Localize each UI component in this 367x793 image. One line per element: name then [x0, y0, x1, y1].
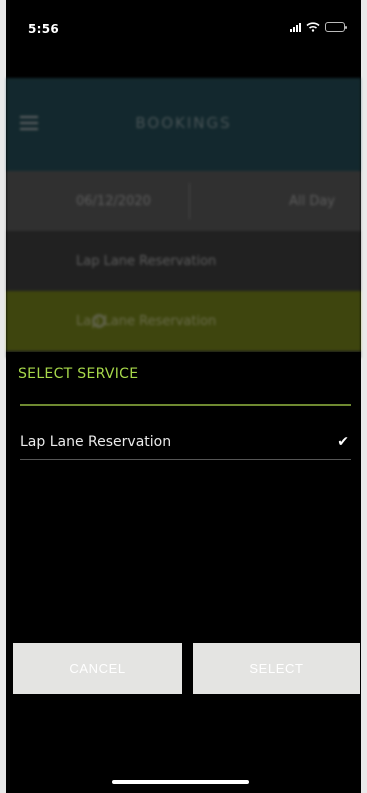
cancel-button[interactable]: CANCEL — [13, 643, 182, 694]
battery-icon — [325, 22, 347, 32]
service-option[interactable]: Lap Lane Reservation ✔ — [20, 424, 351, 460]
highlight-row: Lap Lane Reservation — [6, 291, 361, 351]
service-row: Lap Lane Reservation — [6, 231, 361, 291]
app-title: BOOKINGS — [135, 114, 232, 132]
select-button[interactable]: SELECT — [193, 643, 360, 694]
status-bar: 5:56 — [6, 0, 361, 62]
status-time: 5:56 — [28, 22, 60, 36]
booking-time-range: All Day — [289, 193, 335, 209]
background-app: BOOKINGS 06/12/2020 All Day Lap Lane Res… — [6, 78, 361, 358]
sheet-title: SELECT SERVICE — [18, 366, 139, 382]
title-divider — [20, 404, 351, 406]
app-header: BOOKINGS — [6, 78, 361, 172]
wifi-icon — [306, 22, 320, 32]
date-row: 06/12/2020 All Day — [6, 171, 361, 231]
checkmark-icon: ✔ — [337, 433, 349, 450]
booking-date: 06/12/2020 — [76, 193, 151, 209]
date-divider — [189, 183, 190, 219]
home-indicator — [112, 780, 249, 784]
service-row-label: Lap Lane Reservation — [76, 253, 217, 269]
gear-icon — [92, 314, 106, 328]
service-option-label: Lap Lane Reservation — [20, 433, 172, 450]
select-service-sheet: SELECT SERVICE Lap Lane Reservation ✔ CA… — [6, 352, 361, 793]
status-icons — [290, 22, 347, 32]
cellular-signal-icon — [290, 22, 301, 32]
